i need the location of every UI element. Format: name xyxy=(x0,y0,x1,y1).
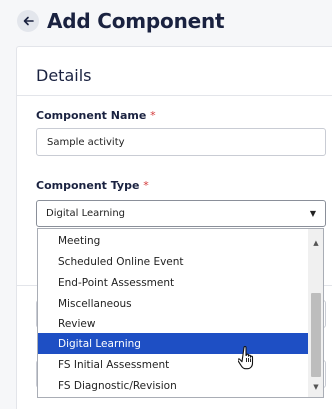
option-label: Review xyxy=(58,317,96,330)
scrollbar-thumb[interactable] xyxy=(311,293,321,377)
scroll-down-icon[interactable]: ▼ xyxy=(308,379,323,395)
option-label: End-Point Assessment xyxy=(58,276,175,289)
option-label: FS Initial Assessment xyxy=(58,358,170,371)
option-label: FS Diagnostic/Revision xyxy=(58,379,177,392)
option-label: Miscellaneous xyxy=(58,297,132,310)
component-type-label: Component Type * xyxy=(36,179,149,192)
dropdown-option-selected[interactable]: Digital Learning xyxy=(38,333,308,354)
dropdown-option[interactable]: End-Point Assessment xyxy=(38,272,308,293)
section-divider xyxy=(16,95,332,96)
component-type-dropdown[interactable]: Meeting Scheduled Online Event End-Point… xyxy=(37,228,324,398)
page-title: Add Component xyxy=(47,9,225,33)
component-name-label-text: Component Name xyxy=(36,109,147,122)
option-label: Scheduled Online Event xyxy=(58,255,184,268)
dropdown-option[interactable]: Meeting xyxy=(38,230,308,251)
section-title: Details xyxy=(36,66,92,85)
option-label: Meeting xyxy=(58,234,101,247)
scroll-up-icon[interactable]: ▲ xyxy=(308,235,323,251)
required-mark: * xyxy=(150,109,156,122)
dropdown-option[interactable]: Scheduled Online Event xyxy=(38,251,308,272)
dropdown-option[interactable]: FS Initial Assessment xyxy=(38,354,308,375)
page-header: Add Component xyxy=(17,9,225,33)
component-type-select[interactable]: Digital Learning ▼ xyxy=(36,200,326,227)
arrow-left-icon xyxy=(23,16,34,26)
component-name-input[interactable]: Sample activity xyxy=(36,128,326,156)
component-type-selected-value: Digital Learning xyxy=(46,208,126,219)
component-type-label-text: Component Type xyxy=(36,179,140,192)
back-button[interactable] xyxy=(17,10,39,32)
dropdown-option[interactable]: Miscellaneous xyxy=(38,293,308,314)
dropdown-scrollbar[interactable]: ▲ ▼ xyxy=(308,229,323,397)
component-name-value: Sample activity xyxy=(47,136,125,148)
dropdown-option[interactable]: FS Diagnostic/Revision xyxy=(38,375,308,396)
hand-cursor-icon xyxy=(238,345,254,370)
option-label: Digital Learning xyxy=(58,337,141,350)
caret-down-icon: ▼ xyxy=(309,209,316,218)
component-name-label: Component Name * xyxy=(36,109,156,122)
required-mark: * xyxy=(143,179,149,192)
dropdown-option[interactable]: Review xyxy=(38,313,308,334)
